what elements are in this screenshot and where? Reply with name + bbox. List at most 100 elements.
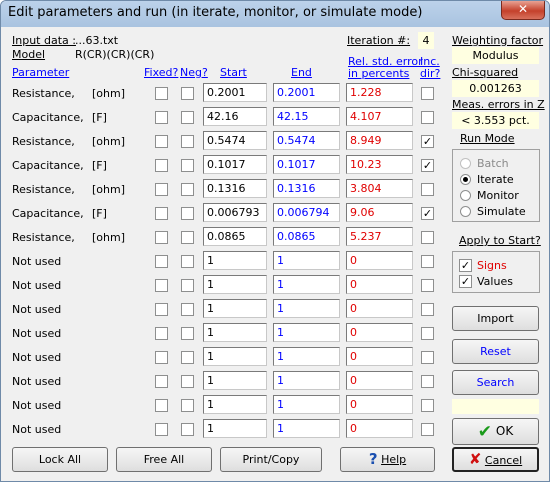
- fixed-checkbox[interactable]: [155, 135, 168, 148]
- param-name: Resistance,: [12, 231, 75, 244]
- fixed-checkbox[interactable]: [155, 351, 168, 364]
- neg-checkbox[interactable]: [181, 159, 194, 172]
- search-button[interactable]: Search: [452, 370, 539, 395]
- start-input[interactable]: 0.5474: [203, 131, 267, 150]
- param-name: Not used: [12, 375, 62, 388]
- inc-dir-checkbox[interactable]: [421, 111, 434, 124]
- neg-checkbox[interactable]: [181, 255, 194, 268]
- fixed-checkbox[interactable]: [155, 183, 168, 196]
- fixed-checkbox[interactable]: [155, 303, 168, 316]
- param-unit: [F]: [92, 159, 107, 172]
- start-input[interactable]: 0.0865: [203, 227, 267, 246]
- start-input[interactable]: 1: [203, 275, 267, 294]
- apply-values-label: Values: [477, 275, 513, 288]
- weighting-value[interactable]: Modulus: [452, 47, 539, 64]
- neg-checkbox[interactable]: [181, 183, 194, 196]
- inc-dir-checkbox[interactable]: [421, 231, 434, 244]
- chi-squared-label: Chi-squared: [452, 66, 519, 79]
- fixed-checkbox[interactable]: [155, 423, 168, 436]
- inc-dir-checkbox[interactable]: ✓: [421, 207, 434, 220]
- start-input[interactable]: 1: [203, 347, 267, 366]
- neg-checkbox[interactable]: [181, 279, 194, 292]
- inc-dir-checkbox[interactable]: [421, 399, 434, 412]
- rel-err-value: 4.107: [346, 107, 413, 126]
- neg-checkbox[interactable]: [181, 423, 194, 436]
- inc-dir-checkbox[interactable]: [421, 279, 434, 292]
- inc-dir-checkbox[interactable]: [421, 255, 434, 268]
- apply-signs-checkbox[interactable]: ✓: [459, 259, 472, 272]
- neg-checkbox[interactable]: [181, 303, 194, 316]
- close-button[interactable]: ✕: [501, 1, 545, 20]
- run-mode-label: Run Mode: [460, 132, 515, 145]
- start-input[interactable]: 1: [203, 419, 267, 438]
- inc-dir-checkbox[interactable]: [421, 375, 434, 388]
- end-value: 1: [273, 371, 340, 390]
- neg-checkbox[interactable]: [181, 327, 194, 340]
- start-input[interactable]: 1: [203, 251, 267, 270]
- run-mode-radio-simulate[interactable]: [460, 206, 471, 217]
- start-input[interactable]: 0.1316: [203, 179, 267, 198]
- neg-checkbox[interactable]: [181, 231, 194, 244]
- inc-dir-checkbox[interactable]: [421, 303, 434, 316]
- reset-button[interactable]: Reset: [452, 339, 539, 364]
- inc-dir-checkbox[interactable]: [421, 351, 434, 364]
- start-input[interactable]: 1: [203, 323, 267, 342]
- fixed-checkbox[interactable]: [155, 207, 168, 220]
- fixed-checkbox[interactable]: [155, 231, 168, 244]
- start-input[interactable]: 0.1017: [203, 155, 267, 174]
- neg-checkbox[interactable]: [181, 399, 194, 412]
- start-input[interactable]: 1: [203, 371, 267, 390]
- neg-checkbox[interactable]: [181, 111, 194, 124]
- start-input[interactable]: 0.2001: [203, 83, 267, 102]
- start-input[interactable]: 42.16: [203, 107, 267, 126]
- param-unit: [ohm]: [92, 135, 125, 148]
- ok-button[interactable]: ✔ OK: [452, 418, 539, 445]
- fixed-checkbox[interactable]: [155, 159, 168, 172]
- inc-dir-checkbox[interactable]: [421, 183, 434, 196]
- import-button[interactable]: Import: [452, 306, 539, 331]
- fixed-checkbox[interactable]: [155, 375, 168, 388]
- cancel-button[interactable]: ✘ Cancel: [452, 447, 539, 472]
- start-input[interactable]: 1: [203, 395, 267, 414]
- param-name: Not used: [12, 279, 62, 292]
- run-mode-label-simulate: Simulate: [477, 205, 526, 218]
- apply-values-checkbox[interactable]: ✓: [459, 275, 472, 288]
- col-fixed[interactable]: Fixed?: [144, 66, 178, 79]
- weighting-label: Weighting factor: [452, 34, 544, 47]
- inc-dir-checkbox[interactable]: ✓: [421, 159, 434, 172]
- start-input[interactable]: 1: [203, 299, 267, 318]
- fixed-checkbox[interactable]: [155, 255, 168, 268]
- fixed-checkbox[interactable]: [155, 327, 168, 340]
- param-name: Capacitance,: [12, 207, 84, 220]
- param-unit: [F]: [92, 111, 107, 124]
- fixed-checkbox[interactable]: [155, 279, 168, 292]
- start-input[interactable]: 0.006793: [203, 203, 267, 222]
- help-button[interactable]: ? Help: [340, 447, 435, 472]
- fixed-checkbox[interactable]: [155, 111, 168, 124]
- col-neg[interactable]: Neg?: [180, 66, 208, 79]
- print-copy-button[interactable]: Print/Copy: [220, 447, 322, 472]
- col-end[interactable]: End: [291, 66, 312, 79]
- inc-dir-checkbox[interactable]: [421, 327, 434, 340]
- neg-checkbox[interactable]: [181, 87, 194, 100]
- inc-dir-checkbox[interactable]: [421, 423, 434, 436]
- lock-all-button[interactable]: Lock All: [12, 447, 108, 472]
- free-all-button[interactable]: Free All: [116, 447, 212, 472]
- neg-checkbox[interactable]: [181, 135, 194, 148]
- neg-checkbox[interactable]: [181, 207, 194, 220]
- fixed-checkbox[interactable]: [155, 399, 168, 412]
- title-bar[interactable]: Edit parameters and run (in iterate, mon…: [1, 1, 549, 27]
- neg-checkbox[interactable]: [181, 351, 194, 364]
- neg-checkbox[interactable]: [181, 375, 194, 388]
- param-unit: [F]: [92, 207, 107, 220]
- run-mode-radio-monitor[interactable]: [460, 190, 471, 201]
- run-mode-radio-iterate[interactable]: [460, 174, 471, 185]
- inc-dir-checkbox[interactable]: ✓: [421, 135, 434, 148]
- end-value: 0.0865: [273, 227, 340, 246]
- col-start[interactable]: Start: [220, 66, 247, 79]
- inc-dir-checkbox[interactable]: [421, 87, 434, 100]
- dialog-window: Edit parameters and run (in iterate, mon…: [0, 0, 550, 482]
- param-name: Not used: [12, 423, 62, 436]
- fixed-checkbox[interactable]: [155, 87, 168, 100]
- chi-squared-value: 0.001263: [452, 80, 539, 97]
